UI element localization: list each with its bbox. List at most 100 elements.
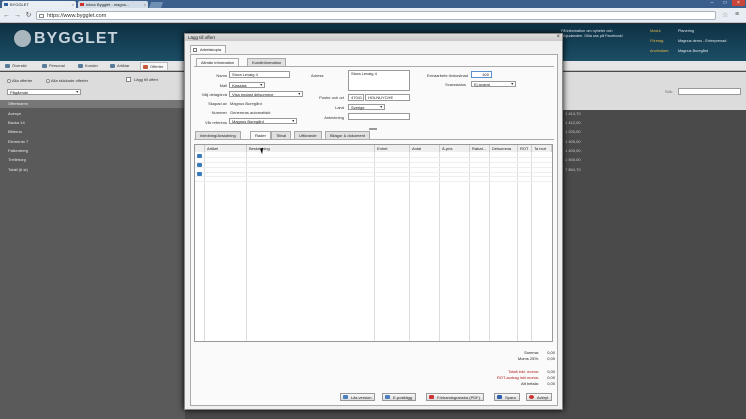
price-cell: 1 414,70 xyxy=(565,111,581,116)
price-cell: 1 400,00 xyxy=(565,157,581,162)
timpris-input[interactable]: 400 xyxy=(471,71,492,78)
url-text: https://www.bygglet.com xyxy=(47,13,107,19)
land-value: Sverige xyxy=(351,105,365,110)
tab-inledning[interactable]: Inledning/Avslutning xyxy=(195,131,241,139)
adress-textarea[interactable]: Stora Levaig 4 xyxy=(348,70,410,91)
menu-icon[interactable]: ≡ xyxy=(735,11,739,18)
address-bar[interactable]: https://www.bygglet.com xyxy=(36,11,716,20)
list-item[interactable]: Falkenberg xyxy=(8,148,28,153)
minimize-icon[interactable]: – xyxy=(706,0,718,6)
user-value[interactable]: Magnus Buregård xyxy=(678,49,708,54)
radio-all-offers[interactable]: Alla offerter xyxy=(7,78,32,83)
postnr-input[interactable]: 47041 xyxy=(348,94,364,101)
tab-label: Arbetskopia xyxy=(200,47,222,52)
search-input[interactable] xyxy=(678,88,741,95)
email-button[interactable]: E-postlägg xyxy=(382,393,417,401)
tab-close-icon[interactable]: × xyxy=(72,1,74,8)
pdf-icon xyxy=(429,395,434,399)
tab-arbetskopia[interactable]: Arbetskopia xyxy=(190,45,227,53)
mall-label: Mall xyxy=(219,83,227,88)
tab-kundinformation[interactable]: Kundinformation xyxy=(247,58,287,66)
note-column-header[interactable]: Anteckning xyxy=(582,101,602,106)
dialog-close-icon[interactable]: × xyxy=(556,34,560,41)
resize-handle[interactable] xyxy=(369,128,377,130)
table-row[interactable] xyxy=(195,177,552,182)
column-header-delsumma[interactable]: Delsumma xyxy=(490,145,518,152)
referens-select[interactable]: Magnus Buregård ▼ xyxy=(229,118,297,124)
tab-utforande[interactable]: Utförande xyxy=(294,131,322,139)
offer-list-header[interactable]: Offertnamn xyxy=(0,100,185,108)
land-select[interactable]: Sverige ▼ xyxy=(348,104,385,110)
forward-arrow-icon[interactable]: → xyxy=(13,11,22,20)
name-input[interactable]: Stora Levaig 4 xyxy=(229,71,290,78)
nav-tab-artiklar[interactable]: Artiklar xyxy=(108,62,132,70)
column-header-beskrivning[interactable]: Beskrivning xyxy=(247,145,375,152)
gmail-favicon-icon xyxy=(80,3,84,6)
add-offer-button[interactable]: Lägg till offert xyxy=(126,77,158,82)
dialog-title: Lägg till offert xyxy=(188,35,215,40)
summa-value: 0,00 xyxy=(547,350,555,355)
nav-tab-oversikt[interactable]: Översikt xyxy=(3,62,30,70)
chevron-down-icon: ▼ xyxy=(510,82,514,86)
column-header-artikel[interactable]: Artikel xyxy=(205,145,247,152)
company-value[interactable]: Magnus demo - Entreprenad xyxy=(678,39,726,44)
bookmark-star-icon[interactable]: ☆ xyxy=(722,11,728,19)
delagor-select[interactable]: Visa endast delsummor ▼ xyxy=(229,91,303,97)
save-disk-icon xyxy=(497,395,502,399)
list-item[interactable]: Bitterna xyxy=(8,129,22,134)
maximize-icon[interactable]: □ xyxy=(719,0,731,6)
column-header-rot[interactable]: ROT xyxy=(518,145,532,152)
read-version-button[interactable]: Läs version xyxy=(340,393,376,401)
column-header-enhet[interactable]: Enhet xyxy=(375,145,410,152)
tab-tillval[interactable]: Tillval xyxy=(271,131,292,139)
window-close-icon[interactable]: × xyxy=(732,0,745,6)
status-select[interactable]: Pågående ▼ xyxy=(7,89,81,95)
list-item[interactable]: Elemento 7 xyxy=(8,139,28,144)
radio-sent-offers[interactable]: Alla skickade offerter xyxy=(46,78,88,83)
column-header-ta-bort[interactable]: Ta bort xyxy=(532,145,552,152)
list-item[interactable]: Avenyn xyxy=(8,111,21,116)
back-arrow-icon[interactable]: ← xyxy=(2,11,11,20)
anteckning-input[interactable] xyxy=(348,113,410,120)
price-cell: 1 412,00 xyxy=(565,120,581,125)
list-item[interactable]: Backa 14 xyxy=(8,120,25,125)
delagor-value: Visa endast delsummor xyxy=(232,92,274,97)
radio-circle[interactable] xyxy=(7,79,11,83)
tab-rader[interactable]: Rader xyxy=(250,131,271,139)
list-total: Totalt (6 st) xyxy=(8,167,28,172)
dialog-title-bar[interactable]: Lägg till offert xyxy=(185,34,562,41)
browser-tab-bygglet[interactable]: BYGGLET × xyxy=(2,1,76,8)
articles-icon xyxy=(110,64,115,68)
version-icon xyxy=(343,395,348,399)
radio-circle[interactable] xyxy=(46,79,50,83)
module-value[interactable]: Planering xyxy=(678,29,694,34)
ort-input[interactable]: HOLNUYCHE xyxy=(365,94,410,101)
preview-pdf-button[interactable]: Förhandsgranska (PDF) xyxy=(426,393,484,401)
browser-tab-inbox[interactable]: Inbox Bygglet - magnu... × xyxy=(78,1,148,8)
mall-select[interactable]: Klassisk ▼ xyxy=(229,82,265,88)
add-text-icon[interactable] xyxy=(197,163,202,167)
price-column-header[interactable]: Pris xyxy=(570,101,577,106)
customers-icon xyxy=(78,64,83,68)
svarsstatus-select[interactable]: Ej avarat ▼ xyxy=(471,81,516,87)
referens-value: Magnus Buregård xyxy=(232,119,264,124)
facebook-note-line2[interactable]: erbjudanden. Gilla oss på Facebook! xyxy=(561,34,623,39)
add-subtotal-icon[interactable] xyxy=(197,172,202,176)
nummer-label: Nummer xyxy=(211,110,227,115)
summa-label: Summa: xyxy=(524,350,539,355)
tab-close-icon[interactable]: × xyxy=(144,1,146,8)
tab-allman-information[interactable]: Allmän information xyxy=(196,58,240,66)
column-header-apris[interactable]: À-pris xyxy=(440,145,470,152)
nav-tab-kunder[interactable]: Kunder xyxy=(76,62,101,70)
save-button[interactable]: Spara xyxy=(494,393,520,401)
nav-tab-personal[interactable]: Personal xyxy=(40,62,68,70)
list-item[interactable]: Trelleborg xyxy=(8,157,26,162)
column-header-icon xyxy=(195,145,205,152)
skapad-label: Skapad av xyxy=(208,101,227,106)
column-header-rabatt[interactable]: Rabat... xyxy=(470,145,490,152)
reload-icon[interactable]: ↻ xyxy=(24,11,33,20)
cancel-button[interactable]: Avbryt xyxy=(526,393,553,401)
nav-tab-offerter[interactable]: Offerter xyxy=(140,62,168,70)
column-header-antal[interactable]: Antal xyxy=(410,145,440,152)
tab-bilagor[interactable]: Bilagor & dokument xyxy=(325,131,370,139)
